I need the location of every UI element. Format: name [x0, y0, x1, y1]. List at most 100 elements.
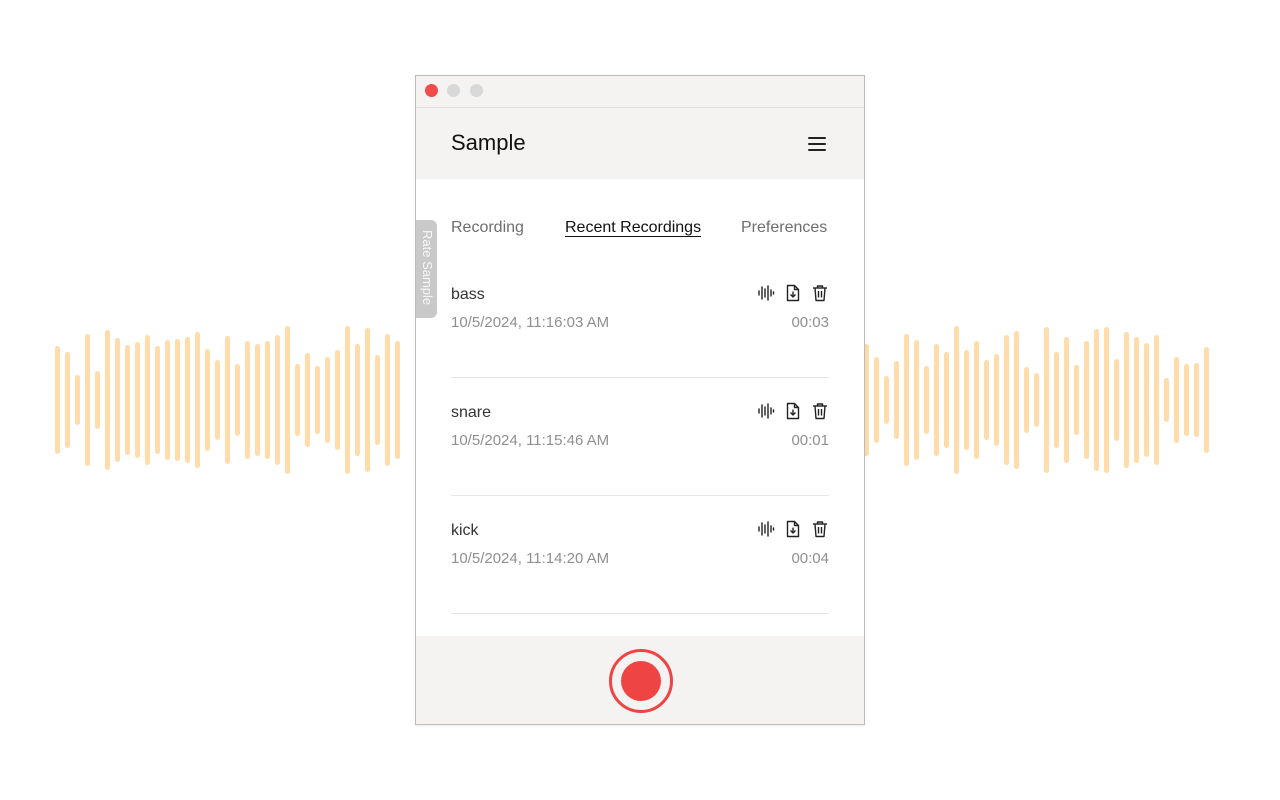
- waveform-bar: [55, 346, 60, 454]
- waveform-bar: [964, 350, 969, 450]
- waveform-bar: [1124, 332, 1129, 468]
- download-file-icon[interactable]: [784, 284, 802, 302]
- waveform-bar: [285, 326, 290, 474]
- app-title: Sample: [451, 130, 526, 156]
- waveform-bar: [1074, 365, 1079, 435]
- waveform-bar: [1004, 335, 1009, 465]
- waveform-bar: [904, 334, 909, 466]
- waveform-bar: [355, 344, 360, 456]
- tab-preferences[interactable]: Preferences: [741, 219, 827, 237]
- record-button[interactable]: [609, 649, 673, 713]
- waveform-bar: [345, 326, 350, 474]
- window-zoom-button[interactable]: [470, 84, 483, 97]
- waveform-bar: [195, 332, 200, 468]
- waveform-bar: [215, 360, 220, 440]
- waveform-bar: [375, 355, 380, 445]
- list-item: bass 10/5/2024, 11:16:03 AM 00:03: [451, 259, 829, 378]
- waveform-bar: [125, 345, 130, 455]
- record-dot-icon: [621, 661, 661, 701]
- waveform-icon[interactable]: [757, 402, 775, 420]
- waveform-bar: [1104, 327, 1109, 473]
- trash-icon[interactable]: [811, 402, 829, 420]
- waveform-bar: [1184, 364, 1189, 436]
- trash-icon[interactable]: [811, 284, 829, 302]
- waveform-bar: [1054, 352, 1059, 448]
- waveform-bar: [75, 375, 80, 425]
- waveform-bar: [385, 334, 390, 466]
- window-close-button[interactable]: [425, 84, 438, 97]
- waveform-bar: [1084, 341, 1089, 459]
- waveform-bar: [984, 360, 989, 440]
- waveform-bar: [85, 334, 90, 466]
- waveform-bar: [944, 352, 949, 448]
- download-file-icon[interactable]: [784, 402, 802, 420]
- waveform-bar: [305, 353, 310, 447]
- waveform-bar: [275, 335, 280, 465]
- menu-icon[interactable]: [808, 136, 826, 152]
- waveform-bar: [365, 328, 370, 472]
- waveform-bar: [1154, 335, 1159, 465]
- waveform-bar: [994, 354, 999, 446]
- waveform-bar: [1024, 367, 1029, 433]
- app-window: Sample Rate Sample Recording Recent Reco…: [415, 75, 865, 725]
- waveform-bar: [1044, 327, 1049, 473]
- waveform-bar: [105, 330, 110, 470]
- item-actions: [757, 284, 829, 302]
- waveform-bar: [934, 344, 939, 456]
- waveform-bar: [95, 371, 100, 429]
- waveform-bar: [1094, 329, 1099, 471]
- item-actions: [757, 520, 829, 538]
- waveform-bar: [954, 326, 959, 474]
- waveform-bar: [395, 341, 400, 459]
- waveform-bar: [924, 366, 929, 434]
- waveform-bar: [1174, 357, 1179, 443]
- tab-recent-recordings[interactable]: Recent Recordings: [565, 219, 701, 237]
- waveform-bar: [265, 341, 270, 459]
- waveform-bar: [145, 335, 150, 465]
- window-minimize-button[interactable]: [447, 84, 460, 97]
- waveform-bar: [1064, 337, 1069, 463]
- waveform-bar: [1204, 347, 1209, 453]
- recording-duration: 00:01: [791, 432, 829, 449]
- recording-name: kick: [451, 522, 479, 540]
- waveform-bar: [1164, 378, 1169, 422]
- recording-duration: 00:03: [791, 314, 829, 331]
- waveform-bar: [884, 376, 889, 424]
- waveform-bar: [135, 342, 140, 458]
- app-header: Sample: [416, 108, 864, 179]
- item-actions: [757, 402, 829, 420]
- waveform-bar: [225, 336, 230, 464]
- waveform-bar: [974, 341, 979, 459]
- waveform-bar: [295, 364, 300, 436]
- recording-date: 10/5/2024, 11:15:46 AM: [451, 432, 609, 449]
- waveform-icon[interactable]: [757, 520, 775, 538]
- trash-icon[interactable]: [811, 520, 829, 538]
- waveform-bar: [1144, 343, 1149, 457]
- recording-duration: 00:04: [791, 550, 829, 567]
- waveform-bar: [325, 357, 330, 443]
- tab-bar: Recording Recent Recordings Preferences: [416, 179, 864, 259]
- waveform-bar: [165, 340, 170, 460]
- record-footer: [416, 636, 864, 724]
- waveform-bar: [1014, 331, 1019, 469]
- waveform-bar: [315, 366, 320, 434]
- waveform-bar: [255, 344, 260, 456]
- waveform-bar: [894, 361, 899, 439]
- waveform-bar: [235, 364, 240, 436]
- list-item: kick 10/5/2024, 11:14:20 AM 00:04: [451, 495, 829, 614]
- waveform-bar: [1194, 363, 1199, 437]
- recording-name: bass: [451, 286, 485, 304]
- download-file-icon[interactable]: [784, 520, 802, 538]
- recording-name: snare: [451, 404, 491, 422]
- waveform-icon[interactable]: [757, 284, 775, 302]
- waveform-bar: [874, 357, 879, 443]
- waveform-bar: [335, 350, 340, 450]
- waveform-bar: [65, 352, 70, 448]
- waveform-bar: [185, 337, 190, 463]
- waveform-bar: [1114, 359, 1119, 441]
- waveform-bar: [914, 340, 919, 460]
- waveform-bar: [205, 349, 210, 451]
- tab-recording[interactable]: Recording: [451, 219, 524, 237]
- waveform-bar: [175, 339, 180, 461]
- recording-date: 10/5/2024, 11:16:03 AM: [451, 314, 609, 331]
